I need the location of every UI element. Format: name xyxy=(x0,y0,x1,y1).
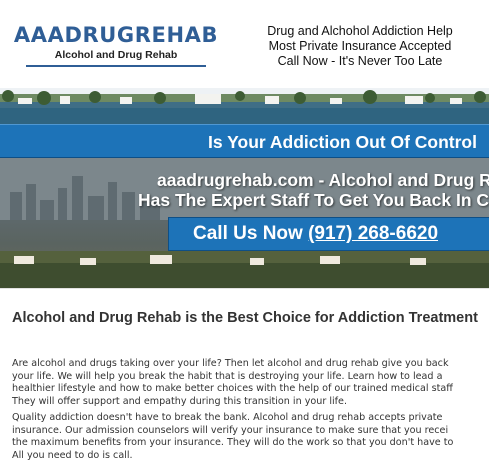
site-logo[interactable]: AAADRUGREHAB Alcohol and Drug Rehab xyxy=(12,22,220,67)
paragraph-line: the maximum benefits from your insurance… xyxy=(12,437,454,448)
article-paragraph-1: Are alcohol and drugs taking over your l… xyxy=(12,358,489,408)
article-content: Alcohol and Drug Rehab is the Best Choic… xyxy=(0,288,489,460)
paragraph-line: They will offer support and empathy duri… xyxy=(12,395,347,407)
paragraph-line: Quality addiction doesn't have to break … xyxy=(12,412,443,423)
logo-title: AAADRUGREHAB xyxy=(13,23,219,47)
paragraph-line: All you need to do is call. xyxy=(12,449,133,460)
site-header: AAADRUGREHAB Alcohol and Drug Rehab Drug… xyxy=(0,0,489,88)
article-paragraph-2: Quality addiction doesn't have to break … xyxy=(12,412,489,460)
header-info-line: Call Now - It's Never Too Late xyxy=(277,54,443,68)
headline-text: Is Your Addiction Out Of Control xyxy=(208,132,477,152)
logo-underline xyxy=(26,65,206,67)
header-info-line: Most Private Insurance Accepted xyxy=(268,39,452,53)
paragraph-line: Are alcohol and drugs taking over your l… xyxy=(12,358,449,369)
hero-tagline-1: aaadrugrehab.com - Alcohol and Drug Re xyxy=(157,170,489,190)
paragraph-line: insurance. Our admission counselors will… xyxy=(12,424,449,436)
call-label: Call Us Now xyxy=(193,223,303,244)
hero-tagline-2: Has The Expert Staff To Get You Back In … xyxy=(138,190,489,210)
header-info: Drug and Alchohol Addiction Help Most Pr… xyxy=(240,24,480,69)
headline-banner: Is Your Addiction Out Of Control xyxy=(0,124,489,158)
call-text: Call Us Now (917) 268-6620 xyxy=(193,223,438,245)
hero-banner: Is Your Addiction Out Of Control aaadrug… xyxy=(0,88,489,288)
article-title: Alcohol and Drug Rehab is the Best Choic… xyxy=(12,310,478,326)
logo-subtitle: Alcohol and Drug Rehab xyxy=(54,49,178,61)
paragraph-line: your life. We will help you break the ha… xyxy=(12,370,443,382)
phone-number-link[interactable]: (917) 268-6620 xyxy=(308,223,438,244)
header-info-line: Drug and Alchohol Addiction Help xyxy=(267,24,453,38)
paragraph-line: healthier lifestyle and how to make bett… xyxy=(12,383,453,394)
call-banner: Call Us Now (917) 268-6620 xyxy=(168,217,489,251)
